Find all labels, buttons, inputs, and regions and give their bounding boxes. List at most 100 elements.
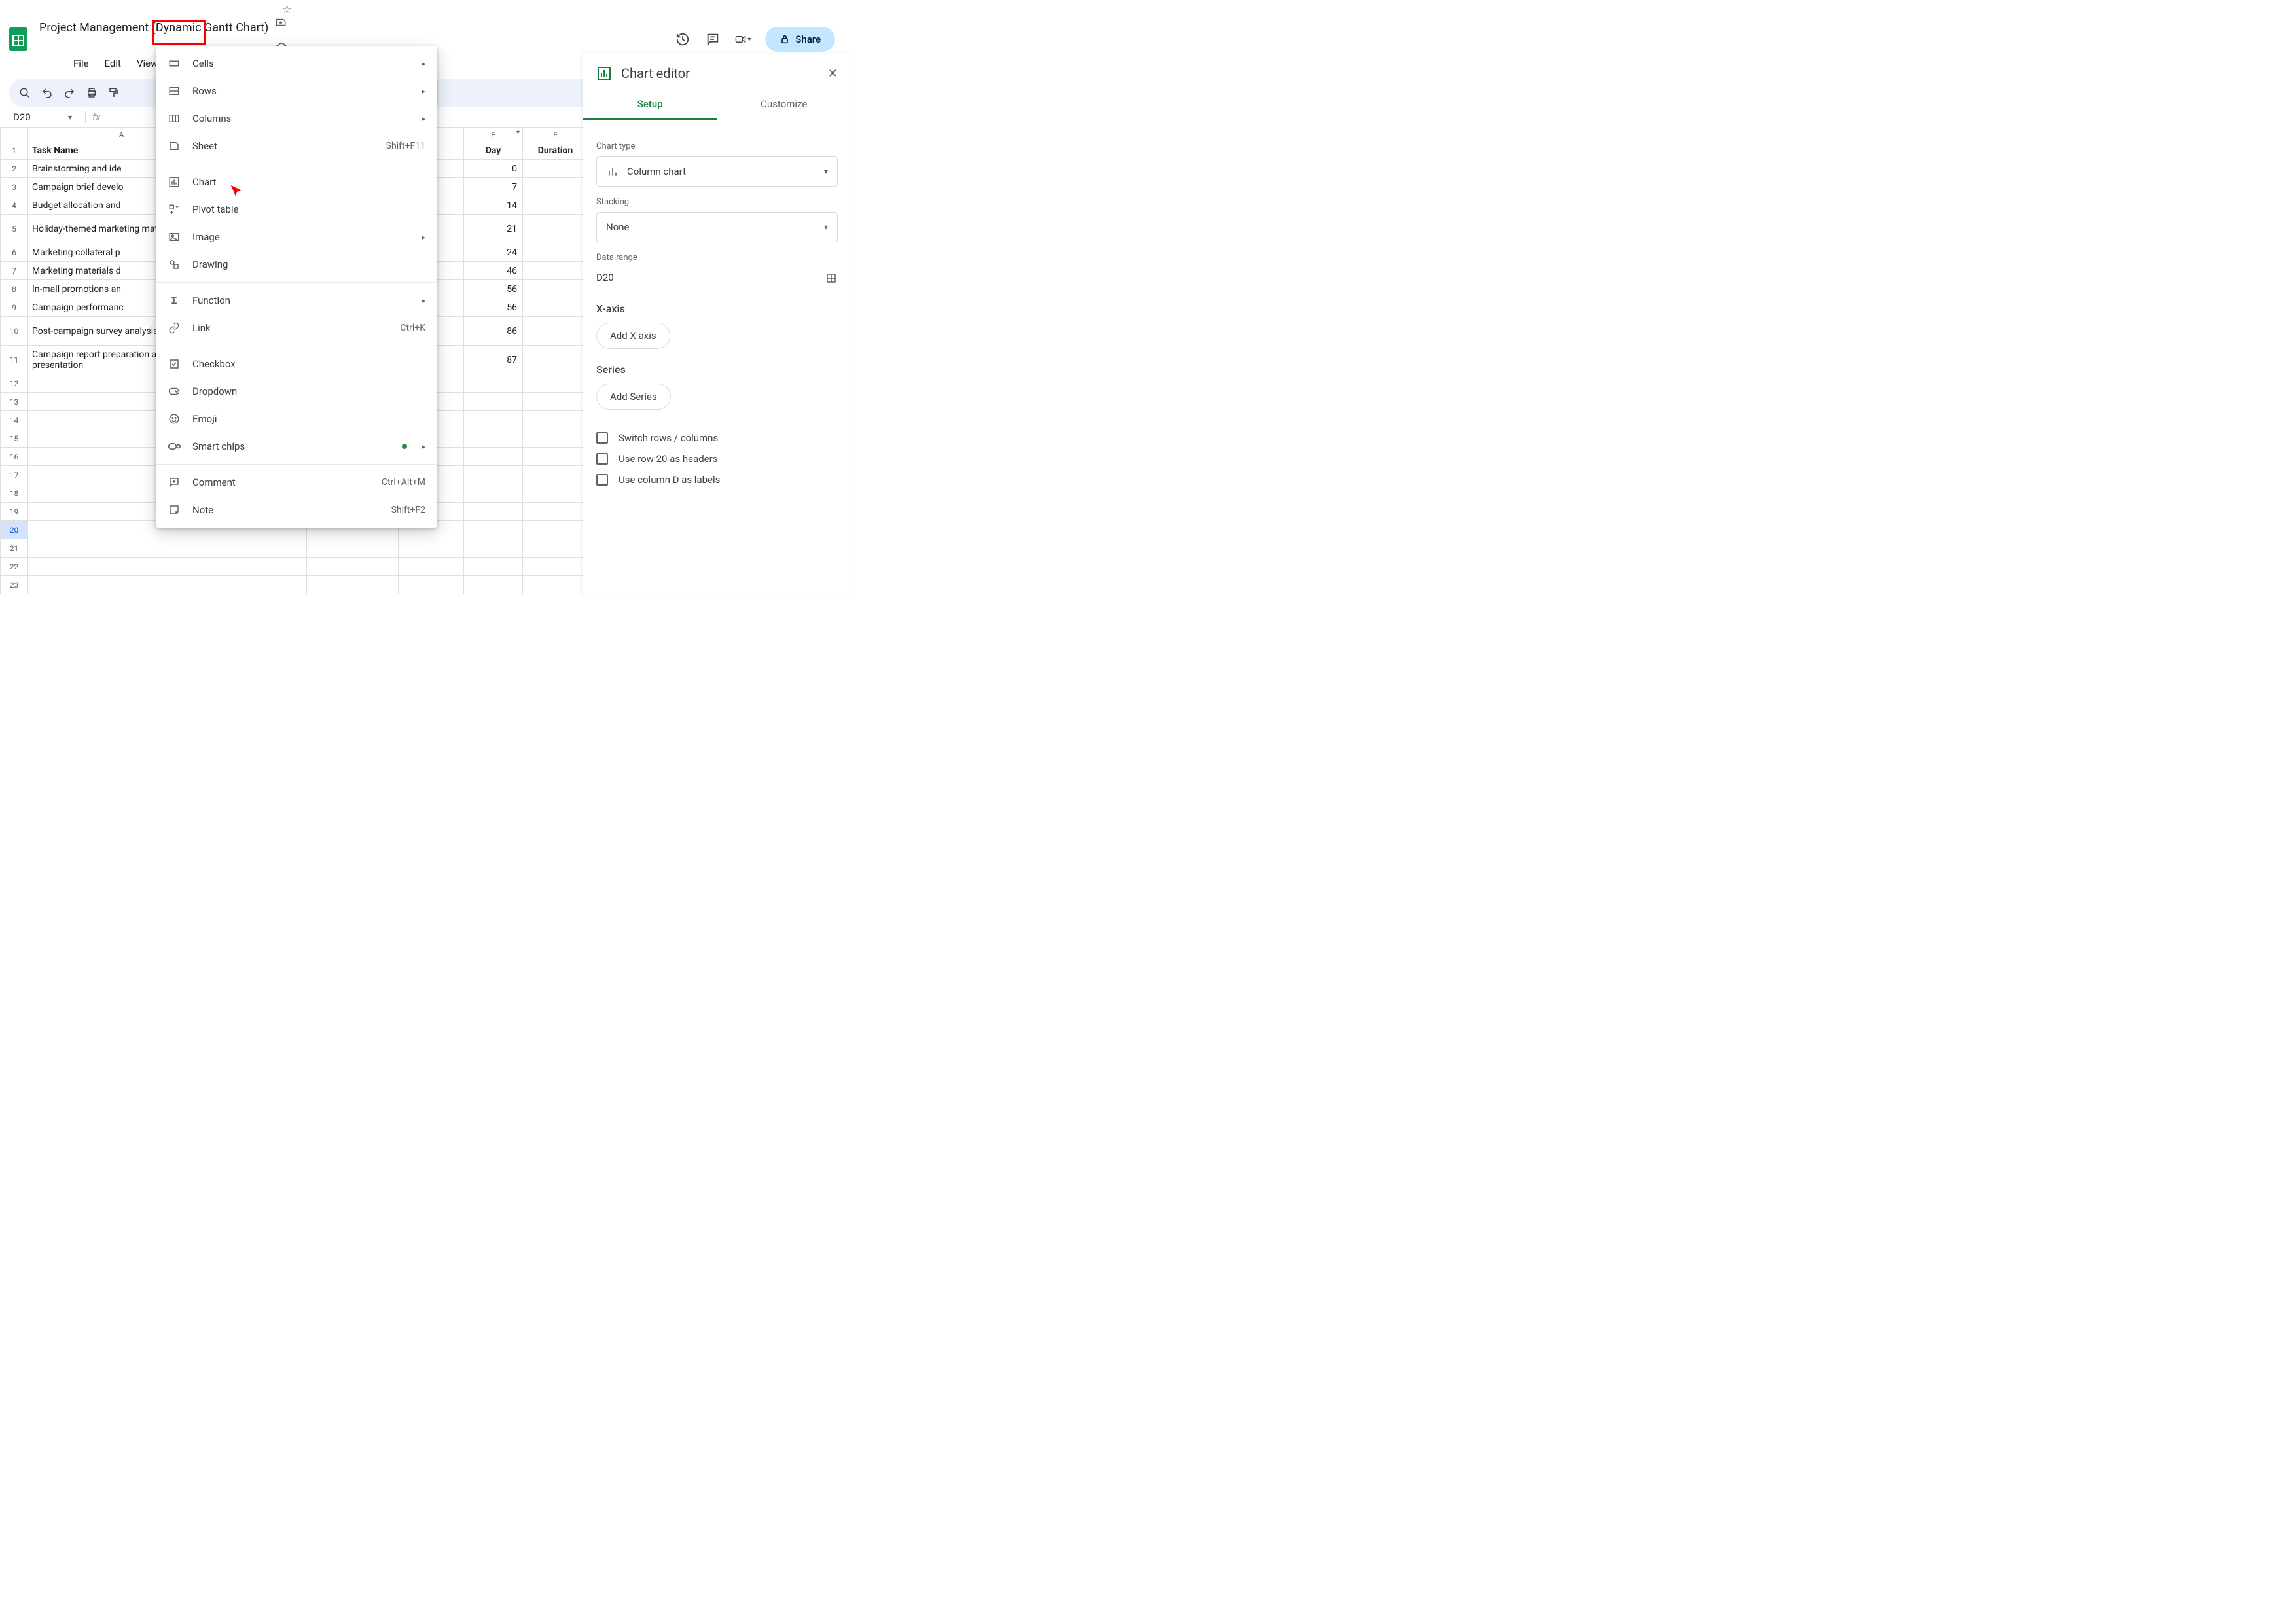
stacking-select[interactable]: None ▾ [596, 212, 838, 242]
cell-day[interactable] [464, 411, 523, 429]
cell-day[interactable]: 87 [464, 346, 523, 374]
cell-day[interactable] [464, 393, 523, 411]
menu-file[interactable]: File [67, 55, 96, 72]
cell-duration[interactable] [523, 503, 588, 521]
cell-day[interactable] [464, 539, 523, 558]
row-header[interactable]: 23 [1, 576, 28, 594]
cell[interactable] [399, 558, 464, 576]
cell[interactable] [215, 558, 307, 576]
cell-day[interactable]: 56 [464, 298, 523, 317]
history-icon[interactable] [675, 31, 691, 47]
comments-icon[interactable] [705, 31, 721, 47]
insert-sheet[interactable]: Sheet Shift+F11 [156, 132, 437, 160]
row-header[interactable]: 19 [1, 503, 28, 521]
row-header[interactable]: 20 [1, 521, 28, 539]
name-box-dropdown-icon[interactable]: ▾ [68, 113, 72, 122]
cell-duration[interactable] [523, 160, 588, 178]
col-header-e[interactable]: E [464, 128, 523, 141]
cell-day[interactable]: 21 [464, 215, 523, 243]
insert-emoji[interactable]: Emoji [156, 405, 437, 433]
menu-edit[interactable]: Edit [98, 55, 128, 72]
cell-duration[interactable] [523, 539, 588, 558]
cell-day[interactable]: 7 [464, 178, 523, 196]
row-header[interactable]: 12 [1, 374, 28, 393]
use-row-headers-checkbox[interactable]: Use row 20 as headers [596, 453, 838, 465]
row-header[interactable]: 18 [1, 484, 28, 503]
cell-duration[interactable] [523, 280, 588, 298]
cell-task[interactable] [28, 558, 215, 576]
row-header[interactable]: 15 [1, 429, 28, 448]
cell-duration[interactable] [523, 374, 588, 393]
cell-duration[interactable] [523, 317, 588, 346]
move-icon[interactable] [275, 16, 298, 28]
cell-day[interactable]: 86 [464, 317, 523, 346]
cell-day[interactable]: 56 [464, 280, 523, 298]
cell[interactable] [215, 576, 307, 594]
insert-function[interactable]: Σ Function ▸ [156, 287, 437, 314]
insert-link[interactable]: Link Ctrl+K [156, 314, 437, 342]
cell-day[interactable] [464, 503, 523, 521]
cell-duration[interactable] [523, 346, 588, 374]
header-duration[interactable]: Duration [523, 141, 588, 160]
cell-duration[interactable] [523, 429, 588, 448]
tab-customize[interactable]: Customize [717, 90, 852, 120]
share-button[interactable]: Share [765, 27, 835, 52]
cell-duration[interactable] [523, 558, 588, 576]
sheets-logo[interactable] [5, 26, 31, 52]
add-series-button[interactable]: Add Series [596, 384, 671, 410]
cell-day[interactable]: 46 [464, 262, 523, 280]
cell-duration[interactable] [523, 576, 588, 594]
print-icon[interactable] [84, 85, 99, 101]
redo-icon[interactable] [62, 85, 77, 101]
cell-day[interactable] [464, 466, 523, 484]
cell-day[interactable] [464, 448, 523, 466]
cell[interactable] [307, 539, 399, 558]
cell-duration[interactable] [523, 411, 588, 429]
cell-task[interactable] [28, 539, 215, 558]
close-icon[interactable]: ✕ [828, 67, 838, 81]
insert-checkbox[interactable]: Checkbox [156, 350, 437, 378]
cell-day[interactable]: 0 [464, 160, 523, 178]
undo-icon[interactable] [39, 85, 55, 101]
insert-columns[interactable]: Columns ▸ [156, 105, 437, 132]
cell-day[interactable] [464, 429, 523, 448]
row-header[interactable]: 6 [1, 243, 28, 262]
insert-rows[interactable]: Rows ▸ [156, 77, 437, 105]
insert-comment[interactable]: Comment Ctrl+Alt+M [156, 469, 437, 496]
name-box[interactable]: D20 [9, 111, 62, 123]
cell-day[interactable] [464, 374, 523, 393]
row-header[interactable]: 16 [1, 448, 28, 466]
cell-duration[interactable] [523, 298, 588, 317]
row-header[interactable]: 11 [1, 346, 28, 374]
search-icon[interactable] [17, 85, 33, 101]
insert-pivot-table[interactable]: Pivot table [156, 196, 437, 223]
data-range-input[interactable] [596, 268, 818, 288]
row-header[interactable]: 2 [1, 160, 28, 178]
cell-duration[interactable] [523, 262, 588, 280]
cell-duration[interactable] [523, 243, 588, 262]
row-header[interactable]: 9 [1, 298, 28, 317]
cell-duration[interactable] [523, 448, 588, 466]
select-range-icon[interactable] [825, 272, 838, 285]
cell-day[interactable] [464, 521, 523, 539]
insert-note[interactable]: Note Shift+F2 [156, 496, 437, 524]
cell-task[interactable] [28, 576, 215, 594]
row-header[interactable]: 21 [1, 539, 28, 558]
chart-type-select[interactable]: Column chart ▾ [596, 156, 838, 187]
cell[interactable] [307, 558, 399, 576]
row-header[interactable]: 5 [1, 215, 28, 243]
row-header[interactable]: 13 [1, 393, 28, 411]
cell-duration[interactable] [523, 178, 588, 196]
cell-day[interactable] [464, 558, 523, 576]
cell-day[interactable] [464, 576, 523, 594]
switch-rows-cols-checkbox[interactable]: Switch rows / columns [596, 432, 838, 444]
use-col-labels-checkbox[interactable]: Use column D as labels [596, 474, 838, 486]
cell-duration[interactable] [523, 521, 588, 539]
cell-duration[interactable] [523, 215, 588, 243]
select-all-corner[interactable] [1, 128, 28, 141]
row-header[interactable]: 17 [1, 466, 28, 484]
tab-setup[interactable]: Setup [583, 90, 717, 120]
document-title[interactable]: Project Management (Dynamic Gantt Chart) [39, 21, 268, 35]
add-xaxis-button[interactable]: Add X-axis [596, 323, 670, 349]
paint-format-icon[interactable] [106, 85, 122, 101]
